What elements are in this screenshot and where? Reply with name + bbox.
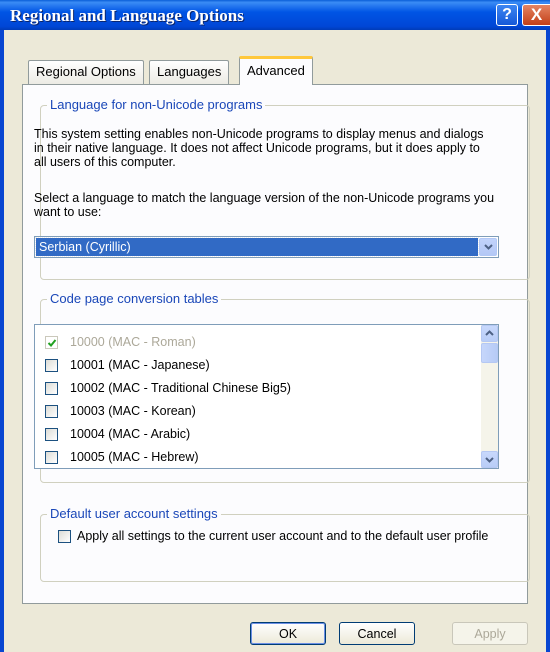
list-item-label: 10004 (MAC - Arabic) — [70, 427, 191, 441]
code-page-list[interactable]: 10000 (MAC - Roman) 10001 (MAC - Japanes… — [34, 324, 499, 469]
list-item-10000[interactable]: 10000 (MAC - Roman) — [45, 332, 196, 352]
list-item-10001[interactable]: 10001 (MAC - Japanese) — [45, 355, 210, 375]
language-dropdown-value: Serbian (Cyrillic) — [35, 237, 479, 257]
help-icon: ? — [502, 6, 512, 23]
list-item-label: 10005 (MAC - Hebrew) — [70, 450, 199, 464]
list-item-label: 10003 (MAC - Korean) — [70, 404, 196, 418]
checkbox-10000[interactable] — [45, 335, 58, 349]
list-item-10004[interactable]: 10004 (MAC - Arabic) — [45, 424, 190, 444]
list-item-label: 10000 (MAC - Roman) — [70, 335, 196, 349]
apply-default-checkbox[interactable] — [58, 530, 71, 543]
apply-button[interactable]: Apply — [452, 622, 528, 645]
close-button[interactable]: X — [522, 4, 550, 26]
title-bar[interactable]: Regional and Language Options ? X — [0, 0, 550, 30]
default-user-group-title: Default user account settings — [47, 506, 221, 521]
chevron-down-icon — [484, 244, 493, 250]
language-dropdown-button[interactable] — [479, 238, 497, 256]
checkmark-icon — [47, 338, 57, 347]
non-unicode-group-title: Language for non-Unicode programs — [47, 97, 266, 112]
list-item-10005[interactable]: 10005 (MAC - Hebrew) — [45, 447, 199, 467]
non-unicode-description: This system setting enables non-Unicode … — [34, 127, 484, 169]
checkbox-10002[interactable] — [45, 381, 58, 395]
list-scrollbar[interactable] — [481, 325, 498, 468]
non-unicode-prompt: Select a language to match the language … — [34, 191, 495, 219]
window-frame-left — [0, 30, 4, 652]
ok-button[interactable]: OK — [250, 622, 326, 645]
checkbox-10001[interactable] — [45, 358, 58, 372]
scroll-down-button[interactable] — [481, 451, 498, 468]
apply-default-label: Apply all settings to the current user a… — [77, 529, 489, 543]
close-icon: X — [530, 5, 543, 24]
window-frame-right — [546, 30, 550, 652]
language-dropdown[interactable]: Serbian (Cyrillic) — [34, 236, 499, 258]
default-user-group: Default user account settings — [40, 506, 530, 582]
scroll-thumb[interactable] — [481, 343, 498, 363]
help-button[interactable]: ? — [496, 4, 518, 26]
list-item-10003[interactable]: 10003 (MAC - Korean) — [45, 401, 196, 421]
checkbox-10005[interactable] — [45, 450, 58, 464]
chevron-down-icon — [485, 457, 494, 463]
list-item-10002[interactable]: 10002 (MAC - Traditional Chinese Big5) — [45, 378, 291, 398]
scroll-up-button[interactable] — [481, 325, 498, 342]
chevron-up-icon — [485, 330, 494, 336]
tab-regional-options[interactable]: Regional Options — [28, 60, 144, 84]
list-item-label: 10001 (MAC - Japanese) — [70, 358, 210, 372]
tab-advanced[interactable]: Advanced — [239, 56, 313, 85]
apply-default-row[interactable]: Apply all settings to the current user a… — [58, 529, 498, 543]
cancel-button[interactable]: Cancel — [339, 622, 415, 645]
list-item-label: 10002 (MAC - Traditional Chinese Big5) — [70, 381, 291, 395]
checkbox-10004[interactable] — [45, 427, 58, 441]
window-title: Regional and Language Options — [10, 6, 244, 25]
tab-languages[interactable]: Languages — [149, 60, 230, 84]
checkbox-10003[interactable] — [45, 404, 58, 418]
code-page-group-title: Code page conversion tables — [47, 291, 222, 306]
